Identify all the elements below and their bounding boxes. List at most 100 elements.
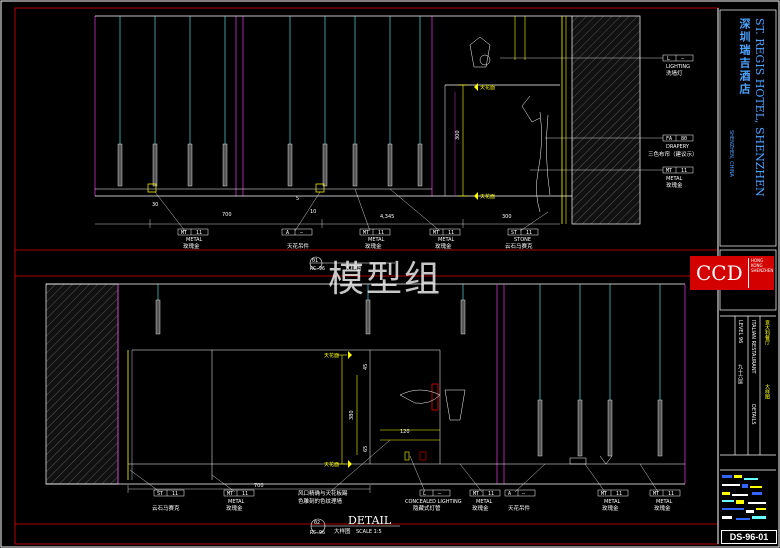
svg-text:11: 11	[196, 230, 202, 236]
svg-text:11: 11	[448, 230, 454, 236]
svg-text:ST: ST	[157, 491, 163, 497]
svg-text:MT: MT	[363, 230, 369, 236]
firm-side-text: HONG KONG SHENZHEN	[748, 258, 773, 288]
svg-text:L: L	[423, 491, 426, 497]
title-block-detail-en: DETAILS	[750, 404, 756, 425]
svg-text:云石马赛克: 云石马赛克	[152, 504, 180, 512]
svg-text:MT: MT	[473, 491, 479, 497]
svg-text:02: 02	[314, 520, 320, 526]
svg-text:天花吊件: 天花吊件	[508, 504, 531, 512]
svg-text:MT: MT	[601, 491, 607, 497]
svg-text:80: 80	[681, 136, 687, 142]
svg-text:玫瑰金: 玫瑰金	[365, 242, 382, 250]
dim-label: 4,345	[380, 214, 394, 220]
svg-text:01: 01	[312, 258, 318, 264]
svg-text:LIGHTING: LIGHTING	[666, 64, 690, 70]
title-block-area-en: ITALIAN RESTAURANT	[750, 320, 756, 374]
material-tag: L — CONCEALED LIGHTING 隐藏式灯管	[405, 489, 462, 512]
svg-text:MT: MT	[666, 168, 672, 174]
svg-text:DETAIL: DETAIL	[348, 514, 392, 527]
svg-text:STONE: STONE	[514, 237, 531, 243]
title-block-level-cn: 九十六层	[737, 364, 743, 384]
svg-text:METAL: METAL	[186, 237, 203, 243]
svg-text:云石马赛克: 云石马赛克	[505, 242, 533, 250]
svg-text:11: 11	[681, 168, 687, 174]
dim-label: 300	[455, 130, 461, 140]
material-tag: 风口精确与天花板踢 色雕刻的色纹理墙	[298, 489, 348, 505]
svg-text:玫瑰金: 玫瑰金	[435, 242, 452, 250]
svg-text:11: 11	[526, 230, 532, 236]
top-elevation: 天花面 天花面 30 700 4,345 300 10 5 300 MT 11	[94, 15, 698, 250]
material-tag: MT 11 METAL 玫瑰金	[223, 489, 255, 512]
svg-text:11: 11	[488, 491, 494, 497]
material-tag: ST 11 STONE 云石马赛克	[505, 228, 539, 250]
detail-marker-bottom: 02 RC-96 DETAIL 大样图 SCALE 1:5	[310, 514, 400, 536]
svg-text:ST: ST	[511, 230, 517, 236]
material-tag: A — 天花吊件	[281, 228, 313, 250]
hotel-city: SHENZHEN, CHINA	[728, 130, 734, 177]
svg-text:MT: MT	[227, 491, 233, 497]
dim-label: 700	[222, 212, 232, 218]
level-marker-text: 天花面	[480, 84, 495, 91]
svg-text:隐藏式灯管: 隐藏式灯管	[413, 504, 441, 512]
dim-label: 300	[502, 214, 512, 220]
material-tag: A — 天花吊件	[504, 489, 536, 512]
svg-text:玫瑰金: 玫瑰金	[226, 504, 243, 512]
svg-text:玫瑰金: 玫瑰金	[602, 504, 619, 512]
svg-text:11: 11	[668, 491, 674, 497]
svg-text:DRAPERY: DRAPERY	[666, 144, 690, 150]
svg-text:METAL: METAL	[604, 499, 621, 505]
hotel-name-cn: 深圳瑞吉酒店	[738, 18, 751, 96]
svg-text:MT: MT	[181, 230, 187, 236]
hotel-name-en: ST. REGIS HOTEL, SHENZHEN	[753, 18, 766, 197]
svg-text:CONCEALED LIGHTING: CONCEALED LIGHTING	[405, 499, 462, 505]
svg-text:11: 11	[616, 491, 622, 497]
svg-text:SCALE 1:5: SCALE 1:5	[356, 529, 382, 535]
level-marker-text: 天花面	[324, 461, 339, 468]
svg-text:11: 11	[172, 491, 178, 497]
title-block-level: LEVEL 96	[737, 320, 743, 344]
svg-text:玫瑰金: 玫瑰金	[183, 242, 200, 250]
bottom-elevation: 天花面 天花面 700 380 45 120 65 ST 11 云石马赛克 MT…	[45, 283, 686, 512]
svg-text:玫瑰金: 玫瑰金	[472, 504, 489, 512]
material-tag: MT 11 METAL 玫瑰金	[649, 489, 681, 512]
dim-label: 380	[349, 410, 355, 420]
svg-text:风口精确与天花板踢: 风口精确与天花板踢	[298, 489, 348, 497]
svg-text:METAL: METAL	[228, 499, 245, 505]
dim-label: 30	[152, 202, 158, 208]
title-block-barcode	[722, 475, 766, 520]
material-tag: MT 11 METAL 玫瑰金	[359, 228, 391, 250]
dim-label: 700	[254, 483, 264, 489]
dim-label: 120	[400, 429, 410, 435]
svg-text:METAL: METAL	[368, 237, 385, 243]
level-marker-text: 天花面	[480, 193, 495, 200]
material-tag: MT 11 METAL 玫瑰金	[429, 228, 461, 250]
svg-text:L: L	[667, 56, 670, 62]
title-block-drawing: 大样图	[764, 384, 770, 399]
dim-label: 5	[296, 196, 299, 202]
dim-label: 65	[363, 446, 369, 452]
svg-text:RC-96: RC-96	[310, 530, 325, 536]
svg-text:RC-96: RC-96	[310, 266, 325, 272]
level-marker: 天花面 天花面	[324, 351, 352, 468]
watermark-text: 模型组	[328, 259, 443, 300]
dim-label: 10	[310, 209, 316, 215]
svg-text:11: 11	[378, 230, 384, 236]
svg-text:天花吊件: 天花吊件	[287, 242, 310, 250]
material-tag: L — LIGHTING 洗墙灯	[662, 54, 694, 77]
dim-label: 45	[363, 364, 369, 370]
svg-text:MT: MT	[653, 491, 659, 497]
level-marker-text: 天花面	[324, 352, 339, 359]
title-block-area: 意大利餐厅	[764, 320, 770, 345]
svg-text:METAL: METAL	[476, 499, 493, 505]
svg-text:FA: FA	[666, 136, 672, 142]
svg-text:玫瑰金: 玫瑰金	[666, 181, 683, 189]
svg-text:洗墙灯: 洗墙灯	[666, 69, 683, 77]
svg-text:METAL: METAL	[438, 237, 455, 243]
svg-text:三色布帘（建议示）: 三色布帘（建议示）	[648, 150, 698, 158]
material-tag: MT 11 METAL 玫瑰金	[662, 166, 694, 189]
svg-text:11: 11	[242, 491, 248, 497]
material-tag: MT 11 METAL 玫瑰金	[177, 228, 209, 250]
svg-text:A: A	[508, 491, 511, 497]
material-tag: ST 11 云石马赛克	[152, 489, 185, 512]
